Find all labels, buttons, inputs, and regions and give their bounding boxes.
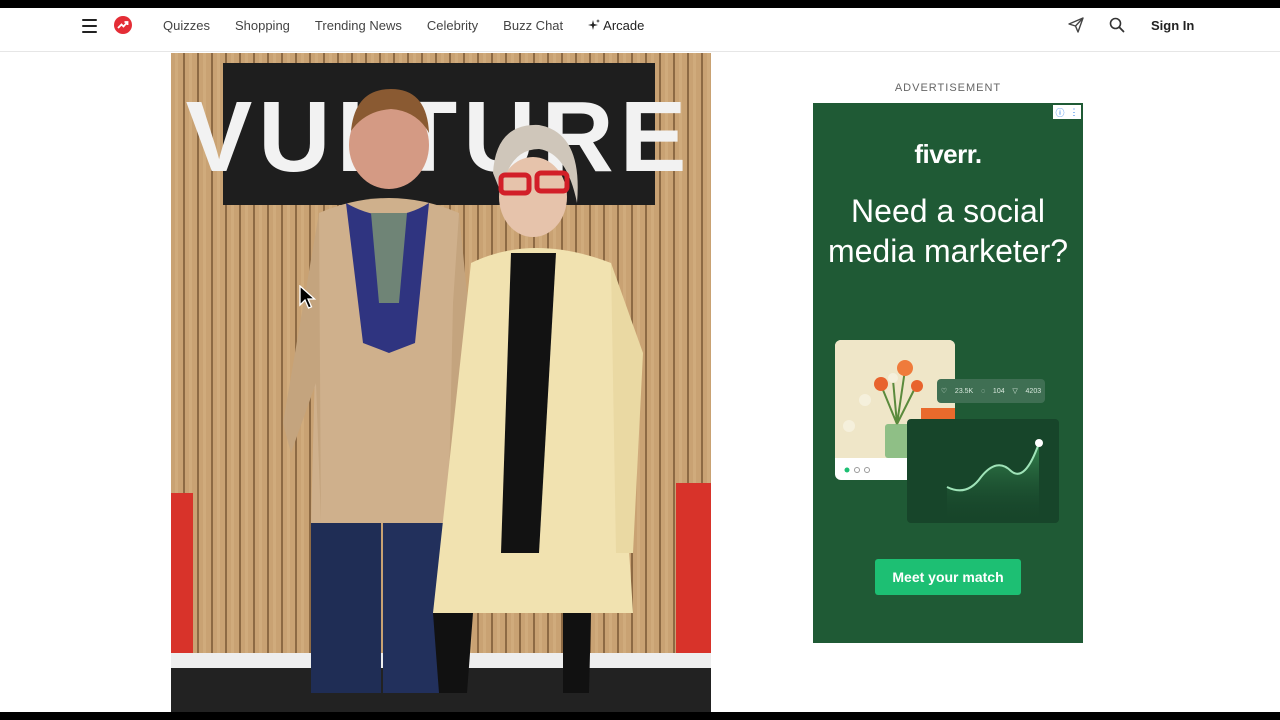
ad-brand: fiverr. [914, 139, 982, 169]
advertisement-label: ADVERTISEMENT [894, 82, 1002, 94]
info-icon: ⓘ [1055, 107, 1065, 118]
meet-your-match-button[interactable]: Meet your match [875, 559, 1021, 595]
site-header: Quizzes Shopping Trending News Celebrity… [0, 8, 1280, 52]
fiverr-ad[interactable]: ⓘ ⋮ fiverr. Need a social media marketer? [813, 103, 1083, 643]
nav-quizzes[interactable]: Quizzes [163, 18, 210, 33]
ad-growth-graph [907, 419, 1059, 523]
likes-count: 23.5K [954, 387, 974, 395]
sparkle-icon [588, 19, 601, 30]
search-icon[interactable] [1108, 16, 1126, 34]
heart-icon: ♡ [940, 388, 948, 395]
comments-count: 104 [992, 387, 1005, 395]
nav-trending-news[interactable]: Trending News [315, 18, 402, 33]
ad-headline: Need a social media marketer? [827, 193, 1069, 269]
article-photo: VULTURE [171, 53, 711, 712]
ad-engagement-stats: ♡ 23.5K ◌ 104 ▽ 4203 [937, 379, 1045, 403]
mouse-cursor-icon [299, 285, 317, 309]
ad-choices-icon[interactable]: ⓘ ⋮ [1053, 105, 1081, 119]
nav-celebrity[interactable]: Celebrity [427, 18, 478, 33]
nav-arcade[interactable]: Arcade [588, 18, 644, 33]
more-options-icon: ⋮ [1069, 106, 1079, 117]
shares-count: 4203 [1025, 387, 1042, 395]
share-icon: ▽ [1012, 388, 1018, 395]
sign-in-link[interactable]: Sign In [1151, 18, 1194, 33]
backdrop-sign-text: VULTURE [186, 81, 693, 193]
main-nav: Quizzes Shopping Trending News Celebrity… [163, 8, 644, 42]
paper-plane-icon[interactable] [1067, 16, 1085, 34]
nav-shopping[interactable]: Shopping [235, 18, 290, 33]
trending-arrow-logo[interactable] [114, 16, 132, 34]
nav-arcade-label: Arcade [603, 17, 645, 33]
hamburger-menu-icon[interactable] [82, 19, 98, 33]
comment-icon: ◌ [980, 387, 986, 395]
nav-buzz-chat[interactable]: Buzz Chat [503, 18, 563, 33]
page: Quizzes Shopping Trending News Celebrity… [0, 8, 1280, 712]
